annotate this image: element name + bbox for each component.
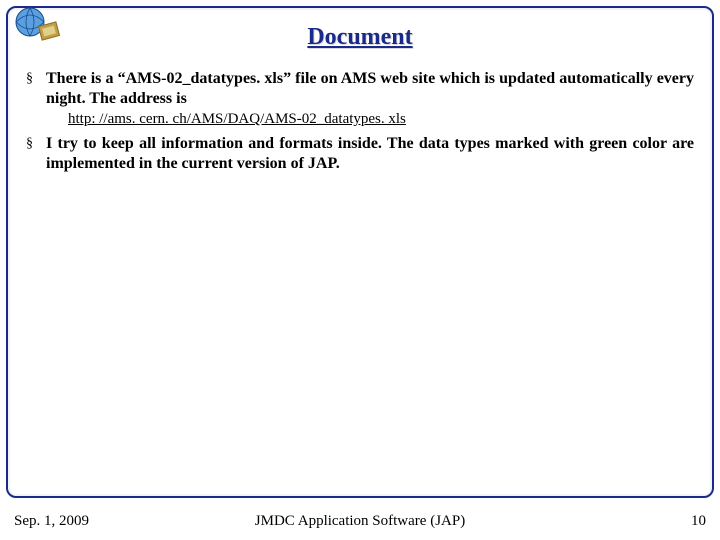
content-area: § There is a “AMS-02_datatypes. xls” fil…	[22, 69, 698, 174]
bullet-marker-icon: §	[26, 134, 46, 174]
footer-title: JMDC Application Software (JAP)	[0, 513, 720, 530]
page-title: Document	[22, 24, 698, 51]
bullet-item: § I try to keep all information and form…	[26, 134, 694, 174]
ams-logo	[10, 2, 66, 48]
bullet-marker-icon: §	[26, 69, 46, 109]
footer-page-number: 10	[691, 513, 706, 530]
datatypes-link[interactable]: http: //ams. cern. ch/AMS/DAQ/AMS-02_dat…	[68, 111, 694, 128]
bullet-item: § There is a “AMS-02_datatypes. xls” fil…	[26, 69, 694, 109]
bullet-text: I try to keep all information and format…	[46, 134, 694, 174]
globe-detector-icon	[10, 2, 66, 48]
footer: Sep. 1, 2009 JMDC Application Software (…	[0, 513, 720, 530]
slide-frame: Document § There is a “AMS-02_datatypes.…	[6, 6, 714, 498]
footer-date: Sep. 1, 2009	[14, 513, 89, 530]
bullet-text: There is a “AMS-02_datatypes. xls” file …	[46, 69, 694, 109]
